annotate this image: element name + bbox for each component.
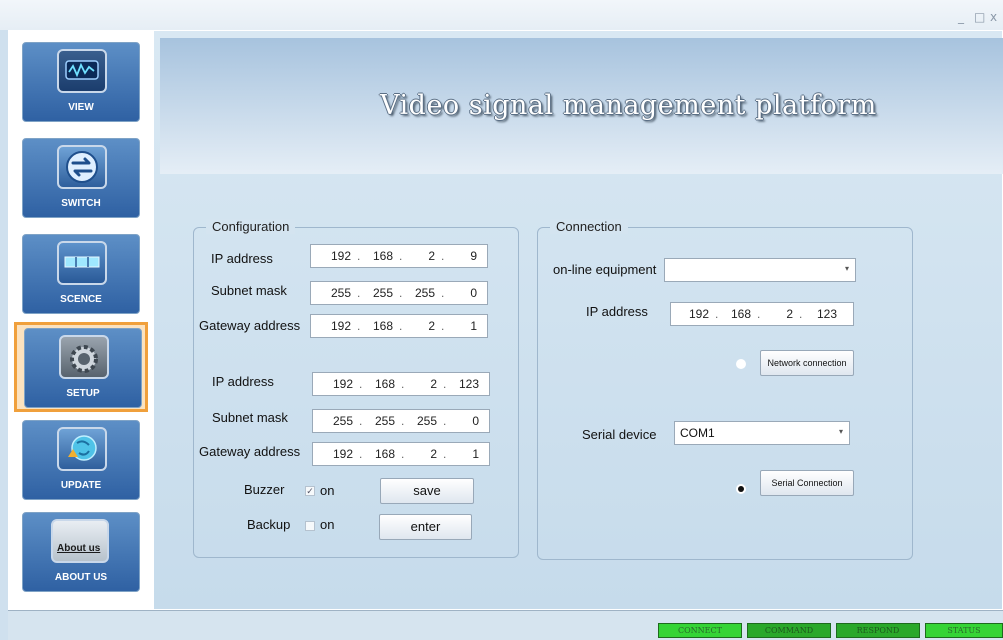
status-command: COMMAND (747, 623, 831, 638)
configuration-title: Configuration (206, 219, 296, 234)
sidebar: VIEW SWITCH SCENCE SETUP UPDATE About us… (8, 30, 154, 610)
status-status: STATUS (925, 623, 1003, 638)
online-equipment-label: on-line equipment (553, 262, 657, 277)
serial-connection-radio[interactable] (736, 484, 746, 494)
chevron-down-icon: ▾ (838, 427, 843, 436)
online-equipment-dropdown[interactable]: ▾ (664, 258, 856, 282)
maximize-button[interactable]: □ (974, 10, 985, 24)
network-connection-button[interactable]: Network connection (760, 350, 854, 376)
backup-label: Backup (247, 517, 291, 532)
serial-device-dropdown[interactable]: COM1 ▾ (674, 421, 850, 445)
save-button[interactable]: save (380, 478, 474, 504)
subnet-mask-label: Subnet mask (212, 410, 288, 425)
status-bar: CONNECT COMMAND RESPOND STATUS (8, 610, 1003, 640)
waveform-monitor-icon (57, 49, 107, 93)
about-us-icon-text: About us (57, 543, 101, 554)
status-respond: RESPOND (836, 623, 920, 638)
ip-address-label: IP address (212, 374, 274, 389)
buzzer-checkbox[interactable]: ✓ (305, 486, 315, 496)
sidebar-item-label: UPDATE (60, 480, 102, 491)
network-connection-radio[interactable] (736, 359, 746, 369)
sidebar-item-label: SWITCH (61, 198, 101, 209)
header-banner: Video signal management platform (160, 38, 1003, 174)
serial-device-value: COM1 (680, 426, 715, 440)
backup-checkbox-label: on (320, 517, 335, 532)
status-connect: CONNECT (658, 623, 742, 638)
sidebar-item-label: SETUP (66, 388, 100, 399)
subnet-mask-field[interactable]: 255. 255. 255. 0 (310, 281, 488, 305)
gateway-address-field[interactable]: 192. 168. 2. 1 (312, 442, 490, 466)
sidebar-item-label: SCENCE (60, 294, 102, 305)
serial-device-label: Serial device (582, 427, 657, 442)
gear-icon (59, 335, 109, 379)
gateway-address-label: Gateway address (199, 444, 301, 459)
chevron-down-icon: ▾ (844, 264, 849, 273)
sidebar-item-label: VIEW (68, 102, 94, 113)
switch-arrows-icon (57, 145, 107, 189)
serial-connection-button[interactable]: Serial Connection (760, 470, 854, 496)
update-globe-icon (57, 427, 107, 471)
sidebar-item-setup[interactable]: SETUP (14, 322, 148, 412)
buzzer-label: Buzzer (244, 482, 285, 497)
ip-address-field[interactable]: 192. 168. 2. 123 (670, 302, 854, 326)
scene-grid-icon (57, 241, 107, 285)
enter-button[interactable]: enter (379, 514, 472, 540)
sidebar-item-switch[interactable]: SWITCH (14, 134, 148, 222)
ip-address-label: IP address (586, 304, 648, 319)
close-button[interactable]: x (990, 10, 997, 24)
gateway-address-label: Gateway address (199, 318, 301, 333)
backup-checkbox[interactable] (305, 521, 315, 531)
connection-title: Connection (550, 219, 628, 234)
minimize-button[interactable]: _ (958, 10, 964, 24)
ip-address-label: IP address (211, 251, 273, 266)
buzzer-checkbox-label: on (320, 483, 335, 498)
sidebar-item-about-us[interactable]: About us ABOUT US (14, 508, 148, 596)
sidebar-item-update[interactable]: UPDATE (14, 416, 148, 504)
app-title: Video signal management platform (380, 90, 877, 121)
title-bar: _ □ x (0, 0, 1003, 30)
subnet-mask-field[interactable]: 255. 255. 255. 0 (312, 409, 490, 433)
sidebar-item-view[interactable]: VIEW (14, 38, 148, 126)
about-us-icon: About us (51, 519, 109, 563)
gateway-address-field[interactable]: 192. 168. 2. 1 (310, 314, 488, 338)
sidebar-item-scence[interactable]: SCENCE (14, 230, 148, 318)
ip-address-field[interactable]: 192. 168. 2. 9 (310, 244, 488, 268)
subnet-mask-label: Subnet mask (211, 283, 287, 298)
ip-address-field[interactable]: 192. 168. 2. 123 (312, 372, 490, 396)
sidebar-item-label: ABOUT US (54, 572, 108, 583)
